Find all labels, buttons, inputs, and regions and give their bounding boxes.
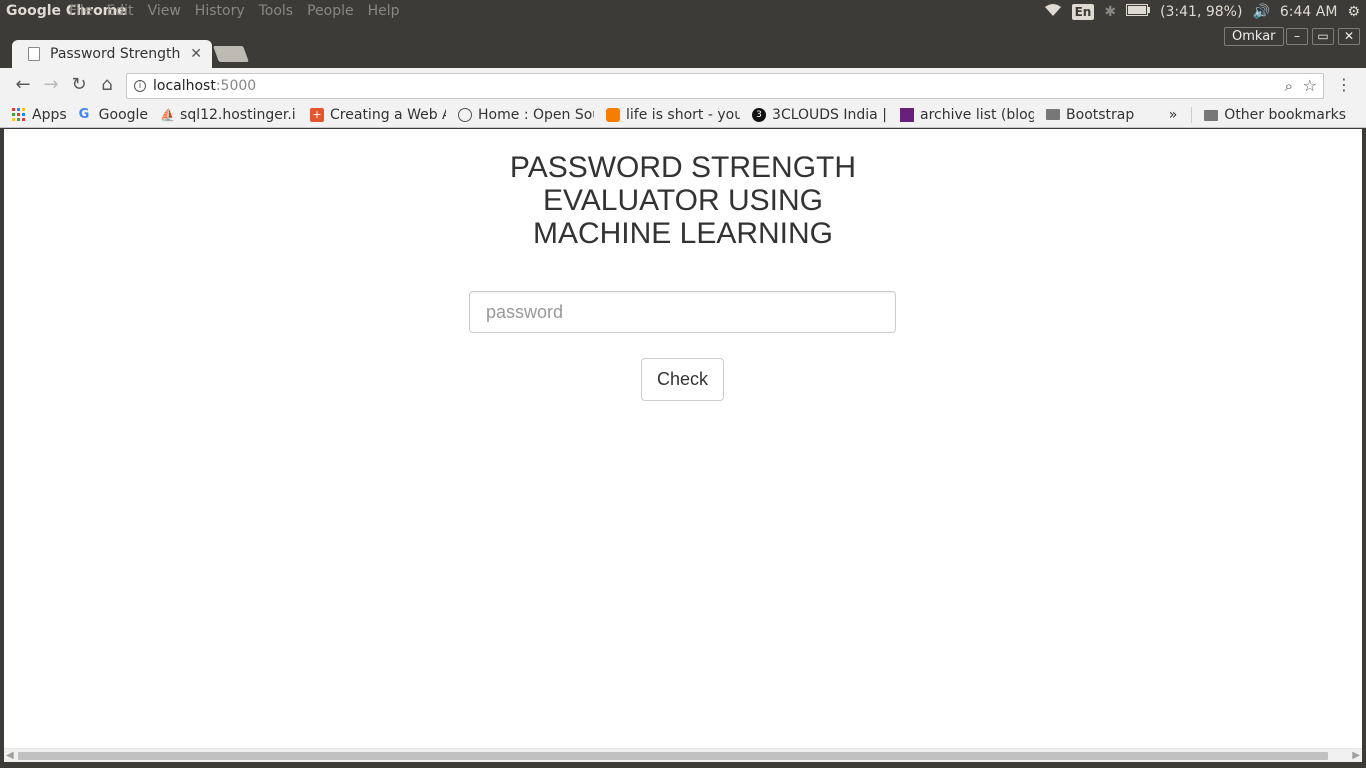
scroll-left-icon[interactable]: ◀ xyxy=(6,750,14,761)
page-title: PASSWORD STRENGTH EVALUATOR USING MACHIN… xyxy=(4,151,1362,250)
3clouds-icon: 3 xyxy=(752,107,767,122)
globe-icon xyxy=(458,107,473,122)
menu-history[interactable]: History xyxy=(188,3,252,19)
window-frame-bottom xyxy=(0,762,1366,768)
folder-icon xyxy=(1046,109,1061,120)
volume-icon[interactable]: 🔊 xyxy=(1252,4,1269,20)
title-line-3: MACHINE LEARNING xyxy=(532,217,834,250)
bookmarks-overflow-button[interactable]: » xyxy=(1169,107,1178,123)
bookmark-apps[interactable]: Apps xyxy=(12,107,67,123)
bookmark-sql12[interactable]: ⛵ sql12.hostinger.i xyxy=(160,107,298,123)
info-icon[interactable]: i xyxy=(134,80,146,92)
menu-edit[interactable]: Edit xyxy=(99,3,140,19)
bookmark-star-icon[interactable]: ☆ xyxy=(1303,74,1317,98)
google-icon: G xyxy=(78,106,90,122)
url-host: localhost xyxy=(153,78,216,94)
phpmyadmin-icon: ⛵ xyxy=(160,107,175,122)
blogger-icon xyxy=(606,107,621,122)
minimize-button[interactable]: – xyxy=(1286,28,1308,45)
wifi-icon[interactable] xyxy=(1044,3,1062,21)
title-line-1: PASSWORD STRENGTH xyxy=(509,151,857,184)
bookmark-home-open-source[interactable]: Home : Open Sou xyxy=(458,107,594,123)
bookmark-creating-web[interactable]: + Creating a Web A xyxy=(310,107,446,123)
system-tray: En ✱ (3:41, 98%) 🔊 6:44 AM ⚙ xyxy=(1044,0,1360,24)
url-port: :5000 xyxy=(215,78,257,94)
language-indicator[interactable]: En xyxy=(1071,4,1095,20)
password-input[interactable] xyxy=(469,291,896,333)
plus-box-icon: + xyxy=(310,107,325,122)
bookmark-archive-list[interactable]: archive list (blog xyxy=(900,107,1034,123)
bookmark-bootstrap[interactable]: Bootstrap xyxy=(1046,107,1134,123)
bookmark-divider xyxy=(1191,107,1193,123)
home-icon[interactable]: ⌂ xyxy=(96,74,118,96)
battery-icon[interactable] xyxy=(1126,4,1151,20)
zoom-icon[interactable]: ⌕ xyxy=(1285,74,1293,98)
maximize-button[interactable]: ▭ xyxy=(1312,28,1334,45)
menu-people[interactable]: People xyxy=(300,3,361,19)
menu-file[interactable]: File xyxy=(62,3,99,19)
vs-icon xyxy=(900,107,915,122)
menu-help[interactable]: Help xyxy=(361,3,407,19)
page-viewport: PASSWORD STRENGTH EVALUATOR USING MACHIN… xyxy=(4,129,1362,748)
profile-button[interactable]: Omkar xyxy=(1224,27,1284,46)
address-bar[interactable]: i localhost:5000 ⌕ ☆ xyxy=(126,73,1324,99)
other-bookmarks[interactable]: Other bookmarks xyxy=(1224,107,1346,123)
bookmark-3clouds[interactable]: 3 3CLOUDS India | V xyxy=(752,107,888,123)
browser-tab[interactable]: Password Strength ✕ xyxy=(12,40,212,68)
tab-close-icon[interactable]: ✕ xyxy=(190,46,202,62)
settings-gear-icon[interactable]: ⚙ xyxy=(1347,4,1360,20)
chrome-menu-icon[interactable]: ⋮ xyxy=(1336,74,1352,96)
bookmarks-bar-right: » Other bookmarks xyxy=(1169,102,1346,128)
app-menus: File Edit View History Tools People Help xyxy=(62,3,407,19)
battery-status: (3:41, 98%) xyxy=(1160,4,1243,20)
clock[interactable]: 6:44 AM xyxy=(1280,4,1338,20)
browser-toolbar: ← → ↻ ⌂ i localhost:5000 ⌕ ☆ ⋮ xyxy=(0,68,1366,102)
bluetooth-icon[interactable]: ✱ xyxy=(1104,4,1116,20)
folder-icon xyxy=(1204,109,1219,121)
page-icon xyxy=(28,47,40,61)
apps-grid-icon xyxy=(12,107,26,122)
back-arrow-icon[interactable]: ← xyxy=(12,74,34,96)
bookmark-life-is-short[interactable]: life is short - you xyxy=(606,107,740,123)
reload-icon[interactable]: ↻ xyxy=(68,74,90,96)
tab-title: Password Strength xyxy=(50,46,181,62)
menu-tools[interactable]: Tools xyxy=(252,3,301,19)
bookmarks-bar: Apps G Google ⛵ sql12.hostinger.i + Crea… xyxy=(0,102,1366,128)
close-window-button[interactable]: ✕ xyxy=(1338,28,1360,45)
check-button[interactable]: Check xyxy=(641,358,724,401)
system-menu-bar: Google Chrome File Edit View History Too… xyxy=(0,0,1366,24)
new-tab-button[interactable] xyxy=(213,46,249,62)
scrollbar-thumb[interactable] xyxy=(18,752,1328,760)
menu-view[interactable]: View xyxy=(141,3,188,19)
title-line-2: EVALUATOR USING xyxy=(542,184,824,217)
forward-arrow-icon[interactable]: → xyxy=(40,74,62,96)
tab-strip: Password Strength ✕ Omkar – ▭ ✕ xyxy=(0,24,1366,68)
bookmark-google[interactable]: G Google xyxy=(79,107,148,123)
scroll-right-icon[interactable]: ▶ xyxy=(1352,750,1360,761)
horizontal-scrollbar[interactable]: ◀ ▶ xyxy=(4,748,1362,762)
